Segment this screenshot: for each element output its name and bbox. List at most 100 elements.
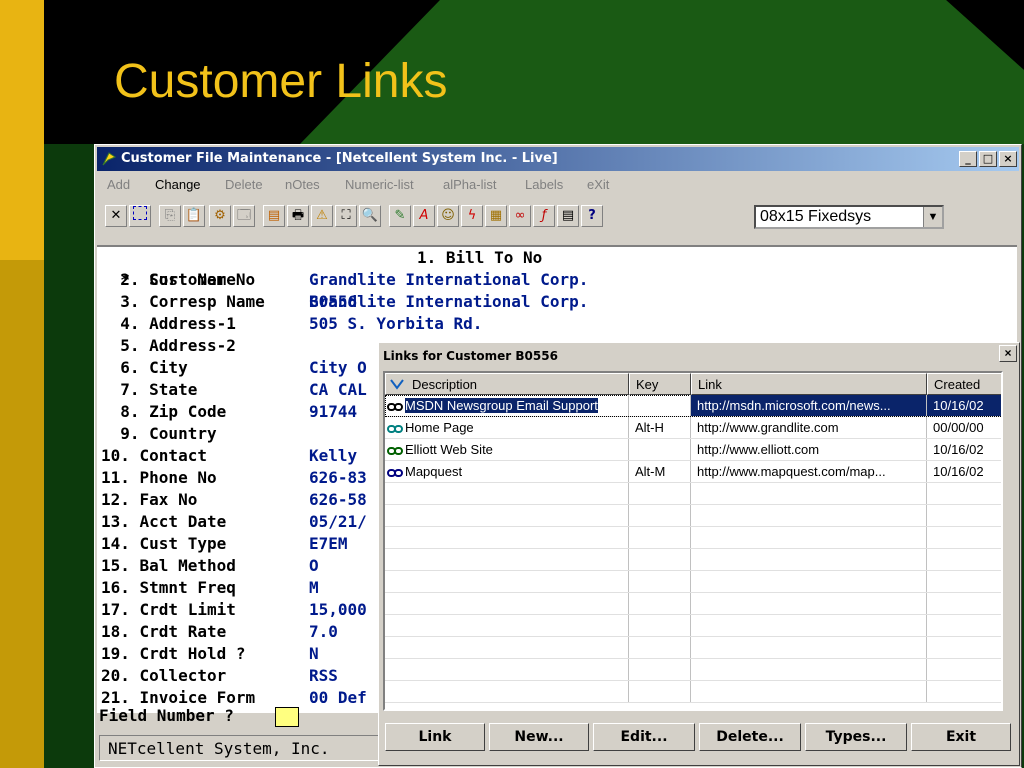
column-key[interactable]: Key [629,373,691,395]
edit-button[interactable]: Edit... [593,723,695,751]
link-icon [387,424,403,433]
row-created: 00/00/00 [927,417,1001,438]
field-label: 3. Corresp Name [101,292,265,311]
window-title: Customer File Maintenance - [Netcellent … [121,151,558,166]
field-label: 7. State [101,380,198,399]
empty-row [385,593,1001,615]
font-icon[interactable]: A [413,205,435,227]
field-value: Grandlite International Corp. [309,270,589,289]
menu-change[interactable]: Change [155,175,201,195]
column-created[interactable]: Created [927,373,1001,395]
maximize-button[interactable]: □ [979,151,997,167]
field-label: 9. Country [101,424,217,443]
calc-icon[interactable]: ▦ [485,205,507,227]
field-label: 8. Zip Code [101,402,227,421]
select-icon[interactable] [129,205,151,227]
menu-delete[interactable]: Delete [225,175,263,195]
field-value: City O [309,358,367,377]
font-select[interactable]: 08x15 Fixedsys ▼ [754,205,944,229]
delete-button[interactable]: Delete... [699,723,801,751]
list-row[interactable]: Elliott Web Site http://www.elliott.com … [385,439,1001,461]
field-value: E7EM [309,534,348,553]
slide-title: Customer Links [114,55,448,108]
list-row[interactable]: Home Page Alt-H http://www.grandlite.com… [385,417,1001,439]
find-icon[interactable]: ⛶ [335,205,357,227]
paste-icon[interactable]: 📋 [183,205,205,227]
close-button[interactable]: × [999,151,1017,167]
field-number-prompt: Field Number ? [99,706,234,725]
link-icon[interactable]: ∞ [509,205,531,227]
menu-alpha-list[interactable]: alPha-list [443,175,496,195]
field-value: 505 S. Yorbita Rd. [309,314,483,333]
row-created: 10/16/02 [927,395,1001,416]
empty-row [385,571,1001,593]
lightning-icon[interactable]: ϟ [461,205,483,227]
field-label: 10. Contact [101,446,207,465]
field-label: 2. Sort Name [101,270,236,289]
print-icon[interactable]: 🖶 [287,205,309,227]
menu-add[interactable]: Add [107,175,130,195]
list-icon[interactable]: ▤ [557,205,579,227]
help-icon[interactable]: ? [581,205,603,227]
copy-icon[interactable]: ⎘ [159,205,181,227]
accent-bar-bottom [0,260,44,768]
field-label: 5. Address-2 [101,336,236,355]
empty-row [385,483,1001,505]
exit-button[interactable]: Exit [911,723,1011,751]
notes-icon[interactable]: ▤ [263,205,285,227]
field-label: 19. Crdt Hold ? [101,644,246,663]
field-value: 7.0 [309,622,338,641]
column-description[interactable]: Description [385,373,629,395]
font-select-value: 08x15 Fixedsys [760,208,872,225]
toolbar: ✕ ⎘ 📋 ⚙ 🗔 ▤ 🖶 ⚠ ⛶ 🔍 ✎ A ☺ ϟ ▦ ∞ ƒ ▤ ? 08… [99,203,1019,235]
dialog-title: Links for Customer B0556 [381,345,1017,367]
empty-row [385,659,1001,681]
field-value: CA CAL [309,380,367,399]
alert-icon[interactable]: ⚠ [311,205,333,227]
chevron-down-icon[interactable]: ▼ [923,207,942,227]
minimize-button[interactable]: _ [959,151,977,167]
list-row[interactable]: Mapquest Alt-M http://www.mapquest.com/m… [385,461,1001,483]
bill-to-label: 1. Bill To No [417,248,543,267]
app-icon [102,152,117,166]
row-key [629,439,691,460]
link-icon [387,402,403,411]
types-button[interactable]: Types... [805,723,907,751]
link-button[interactable]: Link [385,723,485,751]
row-description: Home Page [405,420,474,435]
field-value: Grandlite International Corp. [309,292,589,311]
logo-icon[interactable]: ✎ [389,205,411,227]
field-row[interactable]: * Customer No B0556 1. Bill To No [97,247,542,311]
row-link: http://www.mapquest.com/map... [691,461,927,482]
field-value: 626-83 [309,468,367,487]
empty-row [385,681,1001,703]
menu-numeric-list[interactable]: Numeric-list [345,175,414,195]
row-link: http://msdn.microsoft.com/news... [691,395,927,416]
row-link: http://www.grandlite.com [691,417,927,438]
row-description: Mapquest [405,464,463,479]
menu-labels[interactable]: Labels [525,175,563,195]
field-value: M [309,578,319,597]
menu-exit[interactable]: eXit [587,175,609,195]
field-label: 20. Collector [101,666,227,685]
settings-icon[interactable]: ⚙ [209,205,231,227]
accent-bar-top [0,0,44,260]
function-icon[interactable]: ƒ [533,205,555,227]
empty-row [385,505,1001,527]
field-label: 6. City [101,358,188,377]
close-icon[interactable]: ✕ [105,205,127,227]
field-label: 16. Stmnt Freq [101,578,236,597]
user-icon[interactable]: ☺ [437,205,459,227]
properties-icon[interactable]: 🗔 [233,205,255,227]
dialog-close-button[interactable]: × [999,345,1017,362]
list-row[interactable]: MSDN Newsgroup Email Support http://msdn… [385,395,1001,417]
field-label: 17. Crdt Limit [101,600,236,619]
row-created: 10/16/02 [927,461,1001,482]
menu-notes[interactable]: nOtes [285,175,320,195]
empty-row [385,615,1001,637]
field-number-input[interactable] [275,707,299,727]
column-link[interactable]: Link [691,373,927,395]
zoom-icon[interactable]: 🔍 [359,205,381,227]
new-button[interactable]: New... [489,723,589,751]
field-label: 4. Address-1 [101,314,236,333]
